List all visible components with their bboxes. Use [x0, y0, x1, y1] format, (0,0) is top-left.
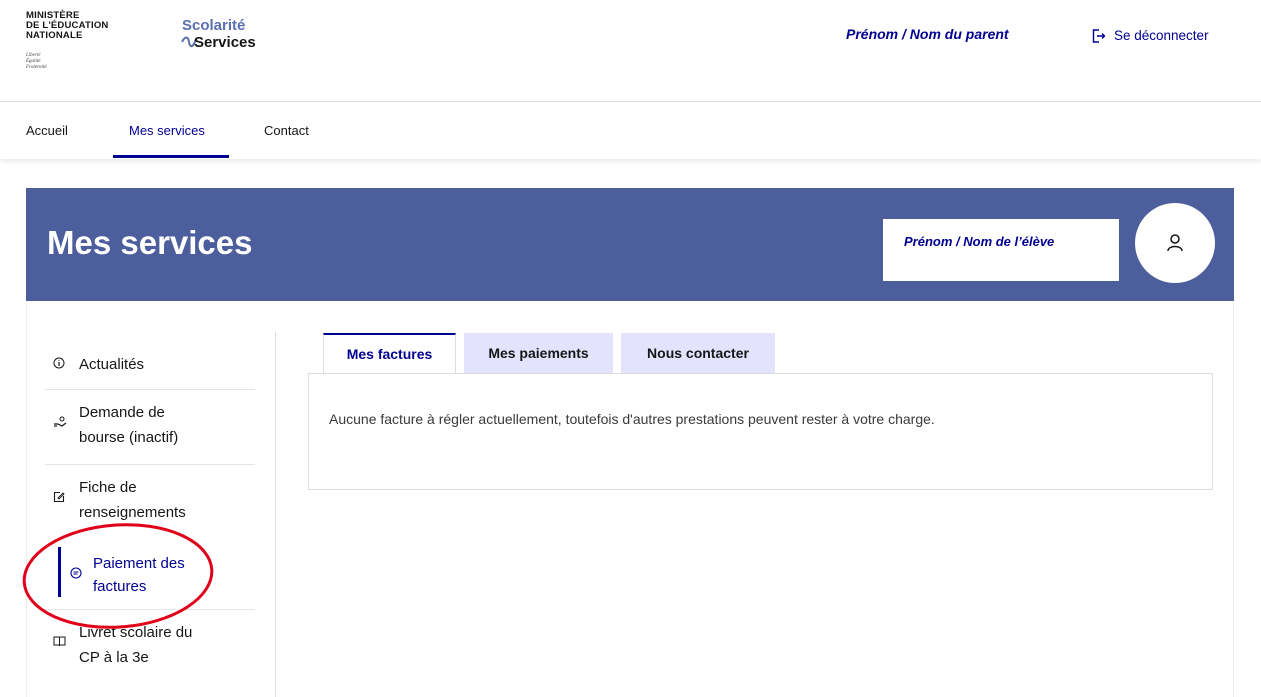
scholarship-icon	[53, 416, 67, 431]
tab-nous-contacter[interactable]: Nous contacter	[621, 333, 775, 373]
main-nav: Accueil Mes services Contact	[0, 103, 1261, 159]
page-banner: Mes services Prénom / Nom de l’élève	[26, 188, 1234, 301]
nav-item-accueil[interactable]: Accueil	[26, 123, 68, 138]
sidebar-item-fiche-renseignements[interactable]: Fiche de renseignements	[0, 465, 255, 535]
parent-name: Prénom / Nom du parent	[846, 26, 1009, 42]
payment-icon	[70, 567, 82, 582]
nav-item-contact[interactable]: Contact	[264, 123, 309, 138]
page-title: Mes services	[47, 224, 253, 261]
ministere-logo[interactable]: MINISTÈRE DE L'ÉDUCATION NATIONALE	[26, 11, 108, 41]
sidebar-item-demande-bourse[interactable]: Demande de bourse (inactif)	[0, 390, 255, 465]
student-name: Prénom / Nom de l’élève	[904, 234, 1055, 249]
book-icon	[53, 636, 66, 650]
edit-form-icon	[53, 491, 65, 506]
nav-active-indicator	[113, 155, 229, 158]
info-icon	[53, 357, 65, 372]
sidebar-item-paiement-factures[interactable]: Paiement des factures	[0, 545, 255, 610]
sidebar-divider	[275, 332, 276, 697]
scolarite-services-logo[interactable]: Scolarité Services	[181, 17, 256, 51]
sidebar-item-label: Demande de	[79, 404, 165, 421]
motto-fraternite: Fraternité	[26, 65, 47, 70]
sidebar-item-label: Paiement des	[93, 555, 185, 572]
avatar[interactable]	[1135, 203, 1215, 283]
nav-item-mes-services[interactable]: Mes services	[129, 123, 205, 138]
logout-icon	[1092, 28, 1106, 43]
student-selector[interactable]: Prénom / Nom de l’élève	[883, 219, 1119, 281]
sidebar-item-label: factures	[93, 578, 147, 595]
brand-bottom-text: Services	[194, 34, 256, 51]
empty-invoices-message: Aucune facture à régler actuellement, to…	[329, 411, 935, 427]
republic-motto: Liberté Égalité Fraternité	[26, 53, 47, 71]
tab-mes-factures[interactable]: Mes factures	[323, 333, 456, 373]
sidebar-item-actualites[interactable]: Actualités	[0, 340, 255, 390]
site-header: MINISTÈRE DE L'ÉDUCATION NATIONALE Liber…	[0, 0, 1261, 102]
user-icon	[1167, 234, 1183, 252]
sidebar-item-label: Actualités	[79, 356, 145, 373]
sidebar-item-livret-scolaire[interactable]: Livret scolaire du CP à la 3e	[0, 610, 255, 680]
tab-panel-factures: Aucune facture à régler actuellement, to…	[308, 373, 1213, 490]
brand-top-text: Scolarité	[182, 17, 246, 34]
sidebar-item-label: CP à la 3e	[79, 649, 149, 666]
sidebar-item-label: Fiche de	[79, 479, 137, 496]
logout-label: Se déconnecter	[1114, 28, 1209, 43]
tab-mes-paiements[interactable]: Mes paiements	[464, 333, 613, 373]
sidebar-item-label: Livret scolaire du	[79, 624, 193, 641]
sidebar-item-label: bourse (inactif)	[79, 429, 179, 446]
ministere-line-3: NATIONALE	[26, 30, 83, 41]
logout-button[interactable]: Se déconnecter	[1092, 28, 1209, 43]
sidebar-item-label: renseignements	[79, 504, 186, 521]
